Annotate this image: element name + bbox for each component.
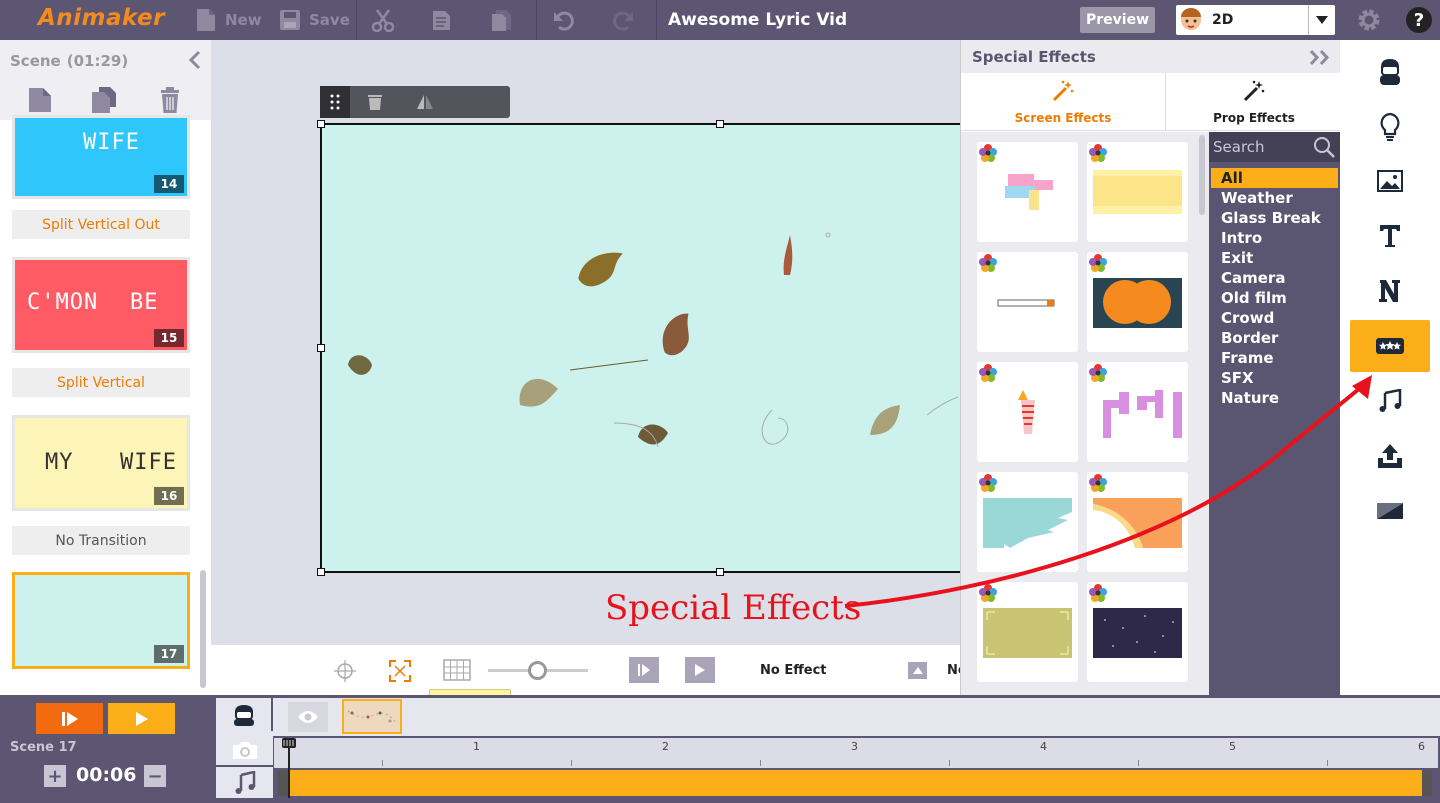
ruler-tick-label: 5: [1229, 740, 1236, 753]
music-track-icon[interactable]: [216, 767, 273, 798]
annotation-arrow: [844, 375, 1372, 608]
ruler-tick-label: 2: [662, 740, 669, 753]
scene-duration-track[interactable]: [288, 770, 1424, 796]
timeline-tracks: 1 2 3 4 5 6: [214, 698, 1440, 800]
ruler-tick-label: 3: [851, 740, 858, 753]
timeline-ruler[interactable]: 1 2 3 4 5 6: [274, 738, 1438, 768]
play-from-start-icon: [61, 711, 78, 726]
play-timeline-button[interactable]: [108, 703, 175, 734]
decrease-duration-button[interactable]: −: [144, 765, 166, 787]
scene-duration-value: 00:06: [76, 764, 137, 786]
playhead[interactable]: [282, 738, 296, 798]
animaker-editor: Animaker New Save Awesome Lyric Vid Prev…: [0, 0, 1440, 803]
timeline-scene-label: Scene 17: [10, 740, 77, 755]
camera-track-icon[interactable]: [216, 734, 273, 765]
play-scene-start-button[interactable]: [36, 703, 103, 734]
character-track-icon[interactable]: [216, 698, 273, 731]
play-icon: [135, 711, 148, 726]
eye-icon[interactable]: [288, 702, 328, 732]
ruler-tick-label: 6: [1418, 740, 1425, 753]
track-end-handle[interactable]: [1422, 770, 1432, 796]
timeline-item-row: [216, 698, 1440, 736]
ruler-tick-label: 4: [1040, 740, 1047, 753]
ruler-tick-label: 1: [473, 740, 480, 753]
timeline-controls: Scene 17 + 00:06 −: [0, 695, 214, 803]
timeline: Scene 17 + 00:06 − 1 2 3 4 5 6: [0, 695, 1440, 803]
effect-track-item[interactable]: [342, 699, 402, 734]
increase-duration-button[interactable]: +: [44, 765, 66, 787]
